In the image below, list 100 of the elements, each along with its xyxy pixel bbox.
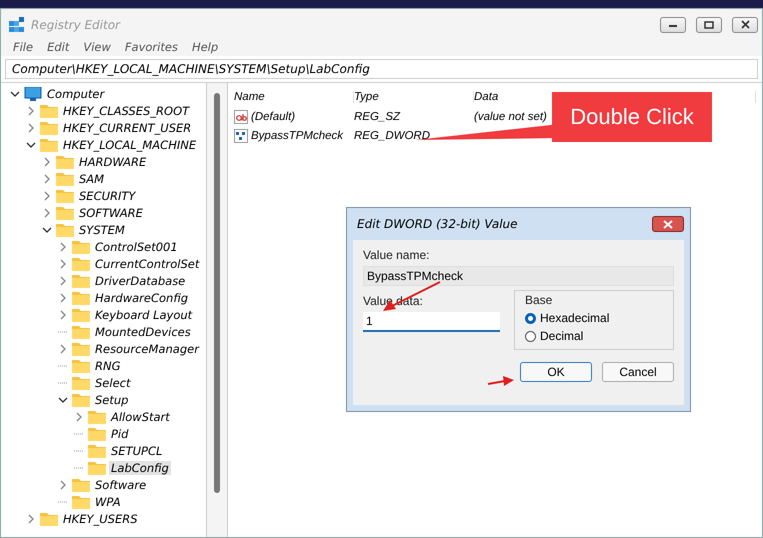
value-name-label: Value name: [363, 248, 430, 262]
tree-item[interactable]: HKEY_CURRENT_USER [61, 120, 194, 134]
tree-item[interactable]: SOFTWARE [77, 206, 145, 220]
tree-item[interactable]: Computer [45, 86, 106, 100]
folder-icon [88, 410, 106, 424]
address-bar[interactable]: Computer\HKEY_LOCAL_MACHINE\SYSTEM\Setup\LabConfig [5, 59, 758, 79]
folder-icon [72, 376, 90, 390]
tree-item[interactable]: Software [93, 478, 148, 492]
tree-item[interactable]: Setup [93, 392, 130, 406]
tree-item[interactable]: HKEY_LOCAL_MACHINE [61, 138, 198, 152]
folder-icon [72, 240, 90, 254]
value-name: (Default) [251, 110, 296, 122]
menu-item[interactable]: File [13, 40, 34, 54]
tree-item[interactable]: HardwareConfig [93, 290, 190, 304]
menu-item[interactable]: View [83, 40, 111, 54]
value-name: BypassTPMcheck [251, 130, 344, 142]
close-icon [740, 20, 750, 29]
value-type: REG_DWORD [354, 130, 430, 142]
column-header[interactable]: Type [354, 91, 474, 103]
tree-item[interactable]: HKEY_CLASSES_ROOT [61, 104, 192, 118]
chevron-right-icon[interactable] [59, 480, 67, 490]
folder-icon [40, 138, 58, 152]
folder-icon [88, 426, 106, 440]
computer-icon [24, 86, 42, 100]
dialog-title: Edit DWORD (32-bit) Value [357, 217, 518, 231]
tree-line-icon [58, 330, 68, 332]
value-data: (value not set) [474, 110, 547, 122]
tree-line-icon [74, 466, 84, 468]
tree-item[interactable]: SECURITY [77, 188, 138, 202]
tree-item[interactable]: SETUPCL [109, 444, 164, 458]
tree-item[interactable]: SYSTEM [77, 222, 127, 236]
tree-item[interactable]: WPA [93, 494, 123, 508]
tree-item[interactable]: SAM [77, 172, 106, 186]
value-data-field[interactable]: 1 [363, 312, 500, 332]
maximize-button[interactable] [696, 16, 722, 32]
tree-line-icon [58, 500, 68, 502]
chevron-right-icon[interactable] [75, 412, 83, 422]
radio-option[interactable]: Decimal [525, 329, 663, 343]
value-name-field: BypassTPMcheck [363, 266, 674, 286]
tree-line-icon [58, 364, 68, 366]
chevron-down-icon[interactable] [58, 396, 68, 404]
folder-icon [56, 206, 74, 220]
tree-item[interactable]: HKEY_USERS [61, 512, 140, 526]
folder-icon [56, 154, 74, 168]
base-label: Base [525, 293, 554, 307]
minimize-button[interactable] [660, 16, 686, 32]
folder-icon [72, 324, 90, 338]
tree-item[interactable]: Pid [109, 426, 130, 440]
tree-item[interactable]: LabConfig [109, 460, 171, 474]
chevron-down-icon[interactable] [26, 140, 36, 148]
folder-icon [72, 290, 90, 304]
string-value-icon [234, 110, 248, 124]
tree-item[interactable]: Select [93, 376, 132, 390]
tree-item[interactable]: AllowStart [109, 410, 172, 424]
folder-icon [88, 460, 106, 474]
folder-icon [72, 256, 90, 270]
scrollbar-thumb[interactable] [214, 93, 220, 493]
cancel-button[interactable]: Cancel [602, 362, 674, 382]
folder-icon [40, 512, 58, 526]
folder-icon [72, 274, 90, 288]
maximize-icon [704, 20, 714, 28]
registry-app-icon [9, 16, 25, 32]
close-button[interactable] [732, 16, 758, 32]
tree-line-icon [74, 432, 84, 434]
folder-icon [72, 308, 90, 322]
menu-item[interactable]: Favorites [124, 40, 178, 54]
tree-item[interactable]: CurrentControlSet [93, 256, 202, 270]
tree-item[interactable]: MountedDevices [93, 324, 193, 338]
close-button[interactable] [652, 216, 684, 232]
folder-icon [40, 120, 58, 134]
folder-icon [88, 444, 106, 458]
folder-icon [56, 172, 74, 186]
tree-item[interactable]: ControlSet001 [93, 240, 180, 254]
pointer-arrow [488, 376, 514, 386]
folder-icon [56, 188, 74, 202]
tree-line-icon [58, 382, 68, 384]
radio-option[interactable]: Hexadecimal [525, 311, 663, 325]
binary-value-icon [234, 128, 248, 142]
tree-item[interactable]: ResourceManager [93, 342, 201, 356]
tree-item[interactable]: RNG [93, 358, 123, 372]
chevron-down-icon[interactable] [42, 226, 52, 234]
folder-icon [72, 358, 90, 372]
chevron-down-icon[interactable] [10, 90, 20, 98]
tree-item[interactable]: DriverDatabase [93, 274, 188, 288]
window-title: Registry Editor [31, 18, 122, 32]
close-icon [663, 220, 673, 228]
folder-icon [72, 392, 90, 406]
tree-item[interactable]: HARDWARE [77, 154, 148, 168]
value-type: REG_SZ [354, 110, 400, 122]
ok-button[interactable]: OK [520, 362, 592, 382]
tree-item[interactable]: Keyboard Layout [93, 308, 194, 322]
menu-item[interactable]: Edit [47, 40, 70, 54]
column-header[interactable]: Name [234, 91, 354, 103]
menu-item[interactable]: Help [192, 40, 218, 54]
folder-icon [72, 342, 90, 356]
folder-icon [40, 104, 58, 118]
folder-icon [72, 494, 90, 508]
chevron-right-icon[interactable] [27, 514, 35, 524]
chevron-right-icon[interactable] [59, 344, 67, 354]
tree-line-icon [74, 450, 84, 452]
